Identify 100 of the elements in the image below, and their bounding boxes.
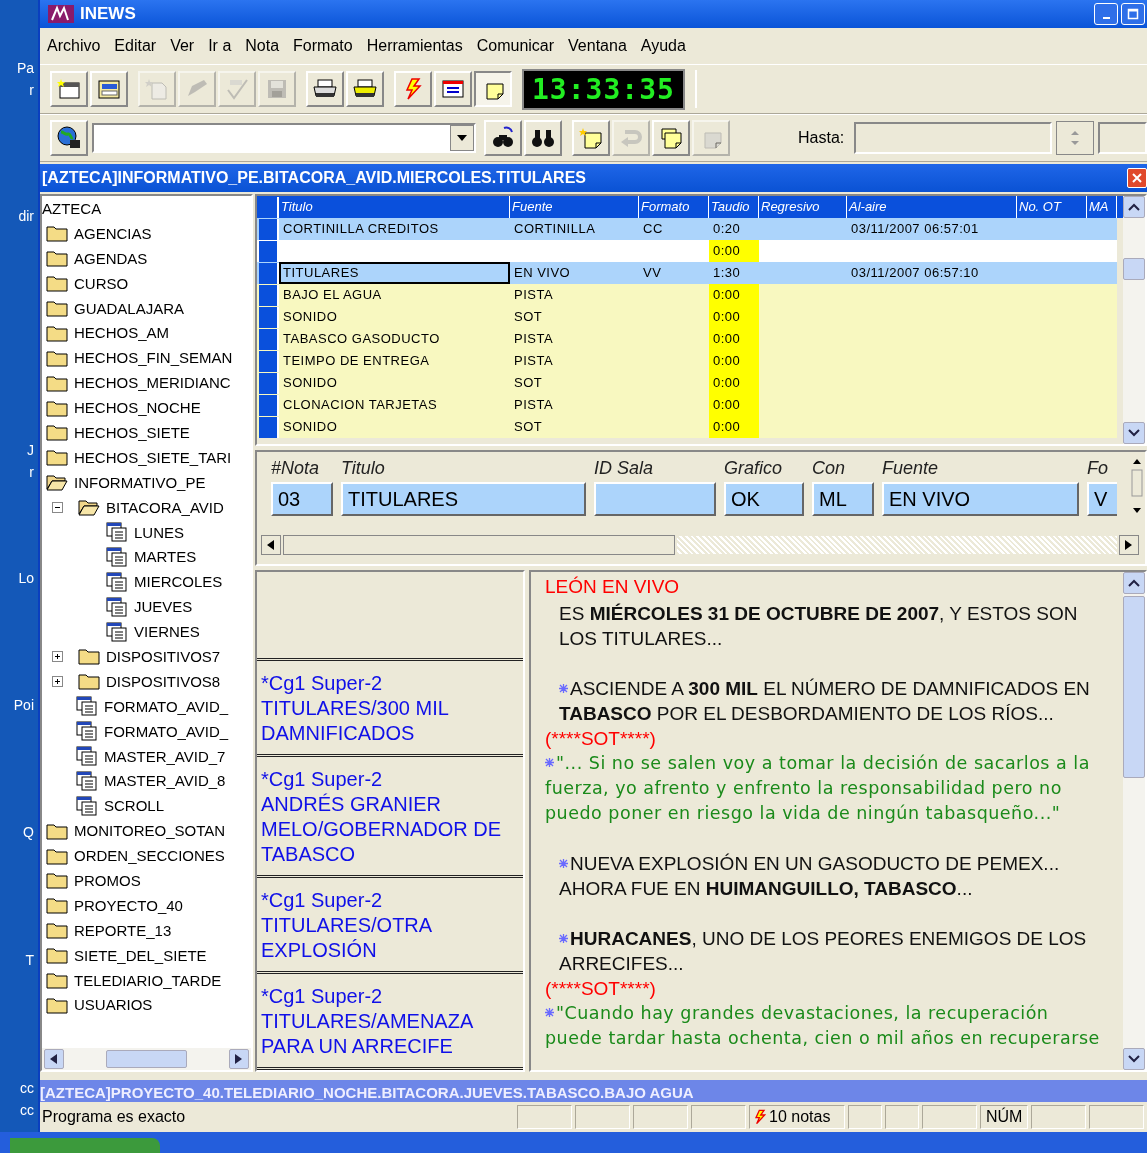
- close-button[interactable]: [1127, 168, 1147, 188]
- table-row[interactable]: TEIMPO DE ENTREGA PISTA 0:00: [257, 350, 1117, 372]
- marker-icon: [559, 684, 568, 693]
- tree-item[interactable]: SCROLL: [104, 797, 165, 815]
- table-row[interactable]: TABASCO GASODUCTO PISTA 0:00: [257, 328, 1117, 350]
- menu-item[interactable]: Nota: [240, 35, 285, 57]
- tree-item[interactable]: FORMATO_AVID_: [104, 722, 229, 740]
- table-row[interactable]: BAJO EL AGUA PISTA 0:00: [257, 284, 1117, 306]
- table-row[interactable]: SONIDO SOT 0:00: [257, 372, 1117, 394]
- vertical-scrollbar[interactable]: [1123, 196, 1145, 444]
- tree-item[interactable]: SIETE_DEL_SIETE: [74, 946, 207, 964]
- tree-item[interactable]: MARTES: [134, 548, 197, 566]
- scrollbar-thumb[interactable]: [106, 1050, 187, 1068]
- tree-item[interactable]: MIERCOLES: [134, 573, 223, 591]
- menu-item[interactable]: Ver: [165, 35, 200, 57]
- script-paragraph: LEÓN EN VIVO: [545, 575, 681, 599]
- table-row[interactable]: CORTINILLA CREDITOS CORTINILLA CC 0:20 03/11/2007 06:57:01: [257, 218, 1117, 240]
- note-icon: [659, 127, 683, 149]
- tree-item[interactable]: CURSO: [74, 274, 129, 292]
- input-field[interactable]: EN VIVO: [882, 482, 1079, 516]
- tree-item[interactable]: GUADALAJARA: [74, 299, 185, 317]
- table-cell-text: PISTA: [513, 352, 555, 370]
- open-window-icon: [97, 78, 121, 100]
- scrollbar-thumb[interactable]: [1123, 258, 1145, 280]
- folder-icon: [46, 299, 68, 317]
- start-button[interactable]: [10, 1138, 160, 1153]
- tree-item[interactable]: LUNES: [134, 523, 185, 541]
- input-field[interactable]: ML: [812, 482, 874, 516]
- table-row[interactable]: SONIDO SOT 0:00: [257, 306, 1117, 328]
- table-row[interactable]: TITULARES EN VIVO VV 1:30 03/11/2007 06:57:10: [257, 262, 1117, 284]
- tree-item[interactable]: ORDEN_SECCIONES: [74, 847, 225, 865]
- scrollbar-thumb[interactable]: [1123, 596, 1145, 778]
- tree-item[interactable]: MASTER_AVID_7: [104, 747, 226, 765]
- tree-item[interactable]: HECHOS_NOCHE: [74, 399, 201, 417]
- window-title: INEWS: [80, 4, 136, 24]
- tree-item[interactable]: VIERNES: [134, 623, 200, 641]
- tree-item[interactable]: HECHOS_FIN_SEMAN: [74, 349, 233, 367]
- input-field[interactable]: OK: [724, 482, 804, 516]
- expand-toggle[interactable]: [52, 650, 63, 662]
- folder-icon: [46, 921, 68, 940]
- folder-icon: [46, 946, 68, 965]
- input-field[interactable]: [1098, 122, 1147, 154]
- input-field[interactable]: TITULARES: [341, 482, 586, 516]
- expand-toggle[interactable]: [52, 675, 63, 687]
- menu-item[interactable]: Herramientas: [361, 35, 468, 57]
- tree-item[interactable]: AGENDAS: [74, 249, 148, 267]
- tree-item[interactable]: USUARIOS: [74, 996, 153, 1014]
- table-cell-text: CLONACION TARJETAS: [282, 396, 439, 414]
- chevron-down-icon: [1128, 429, 1140, 437]
- field-label: #Nota: [271, 458, 321, 479]
- table-cell: TITULARES: [279, 262, 510, 284]
- tree-item[interactable]: MONITOREO_SOTAN: [74, 822, 226, 840]
- tree-item[interactable]: DISPOSITIVOS8: [106, 672, 221, 690]
- tree-item[interactable]: PROYECTO_40: [74, 896, 183, 914]
- menu-item[interactable]: Formato: [288, 35, 358, 57]
- table-cell-text: BAJO EL AGUA: [282, 286, 383, 304]
- collapse-toggle[interactable]: [52, 501, 63, 513]
- maximize-button[interactable]: [1121, 3, 1145, 25]
- input-field[interactable]: V: [1087, 482, 1117, 516]
- desktop-icon-label: Pa: [16, 60, 34, 76]
- menu-item[interactable]: Ir a: [203, 35, 237, 57]
- document-stack-icon: [106, 571, 128, 592]
- tree-item[interactable]: BITACORA_AVID: [106, 498, 224, 516]
- table-row[interactable]: SONIDO SOT 0:00: [257, 416, 1117, 438]
- dropdown-button[interactable]: [450, 125, 474, 151]
- tree-item[interactable]: INFORMATIVO_PE: [74, 473, 206, 491]
- menu-item[interactable]: Ventana: [563, 35, 632, 57]
- digital-clock: 13:33:35: [522, 68, 685, 110]
- tree-item[interactable]: MASTER_AVID_8: [104, 772, 226, 790]
- tree-item[interactable]: HECHOS_SIETE: [74, 423, 190, 441]
- hasta-field[interactable]: [854, 122, 1053, 154]
- minimize-button[interactable]: [1094, 3, 1118, 25]
- tree-item[interactable]: FORMATO_AVID_: [104, 697, 229, 715]
- tree-root[interactable]: AZTECA: [42, 199, 102, 217]
- tree-item[interactable]: TELEDIARIO_TARDE: [74, 971, 222, 989]
- spin-button[interactable]: [1056, 121, 1095, 155]
- tree-item[interactable]: HECHOS_MERIDIANC: [74, 374, 231, 392]
- table-cell-text: SOT: [513, 308, 544, 326]
- tree-item[interactable]: DISPOSITIVOS7: [106, 647, 221, 665]
- tree-item[interactable]: AGENCIAS: [74, 224, 152, 242]
- table-row[interactable]: CLONACION TARJETAS PISTA 0:00: [257, 394, 1117, 416]
- menu-item[interactable]: Editar: [109, 35, 162, 57]
- tree-item[interactable]: HECHOS_AM: [74, 324, 170, 342]
- menu-item[interactable]: Archivo: [42, 35, 106, 57]
- tree-item[interactable]: PROMOS: [74, 872, 141, 889]
- horizontal-scrollbar[interactable]: [42, 1048, 251, 1070]
- status-message: Programa es exacto: [41, 1108, 187, 1126]
- table-cell-text: TEIMPO DE ENTREGA: [282, 352, 431, 370]
- menu-item[interactable]: Ayuda: [635, 35, 691, 57]
- script-paragraph: (****SOT****): [545, 977, 657, 1001]
- menu-item[interactable]: Comunicar: [471, 35, 560, 57]
- vertical-scrollbar[interactable]: [1123, 572, 1145, 1070]
- table-row[interactable]: 0:00: [257, 240, 1117, 262]
- scrollbar-thumb[interactable]: [283, 535, 675, 555]
- tree-item[interactable]: HECHOS_SIETE_TARI: [74, 448, 232, 466]
- marker-icon: [545, 758, 554, 767]
- tree-item[interactable]: JUEVES: [134, 598, 193, 616]
- horizontal-scrollbar[interactable]: [261, 534, 1139, 556]
- input-field[interactable]: 03: [271, 482, 333, 516]
- tree-item[interactable]: REPORTE_13: [74, 921, 172, 939]
